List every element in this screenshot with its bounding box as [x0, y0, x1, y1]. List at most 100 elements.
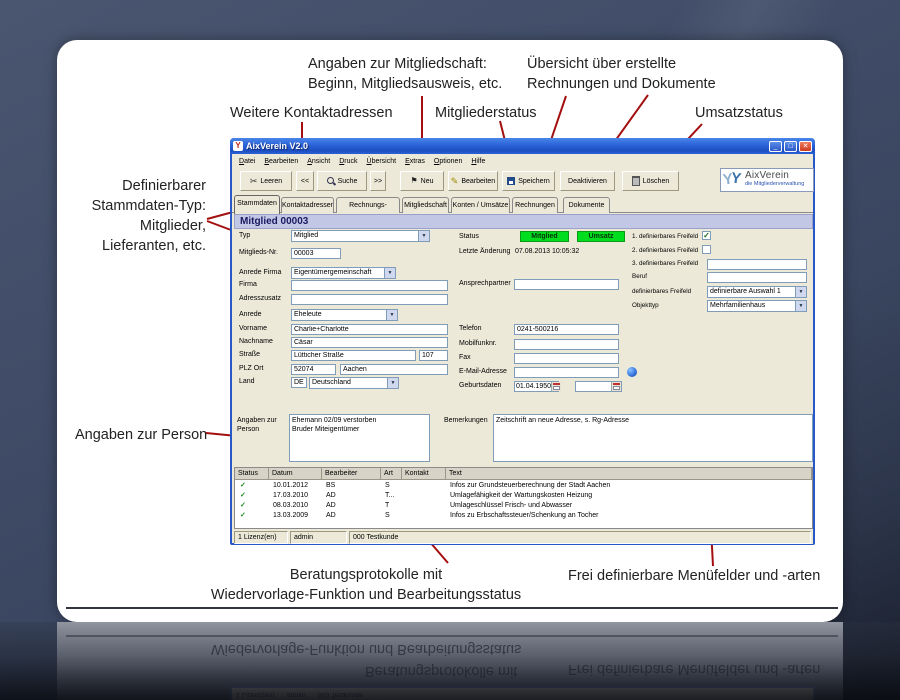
trash-icon	[631, 176, 640, 186]
vorname-input[interactable]	[291, 324, 448, 335]
protocol-table: Status Datum Bearbeiter Art Kontakt Text…	[234, 467, 813, 529]
calendar-icon[interactable]	[611, 382, 621, 391]
dropdown-value: Eheleute	[294, 311, 322, 318]
bearbeiten-button[interactable]: ✎ Bearbeiten	[448, 171, 498, 191]
table-row[interactable]: ✓ 17.03.2010 AD T... Umlagefähigkeit der…	[235, 491, 812, 501]
www-globe-icon[interactable]	[627, 367, 637, 377]
menu-bar: Datei Bearbeiten Ansicht Druck Übersicht…	[232, 154, 820, 168]
column-header-text[interactable]: Text	[446, 468, 812, 480]
freifeld2-checkbox[interactable]	[702, 245, 711, 254]
column-header-kontakt[interactable]: Kontakt	[402, 468, 446, 480]
chevron-down-icon[interactable]: ▼	[386, 310, 397, 320]
mobilfunk-input[interactable]	[514, 339, 619, 350]
chevron-down-icon[interactable]: ▼	[795, 301, 806, 311]
ansprechpartner-input[interactable]	[514, 279, 619, 290]
tab-konten-umsaetze[interactable]: Konten / Umsätze	[451, 197, 510, 213]
column-header-bearbeiter[interactable]: Bearbeiter	[322, 468, 381, 480]
fax-input[interactable]	[514, 353, 619, 364]
pencil-icon: ✎	[450, 175, 459, 186]
dropdown-value: Mehrfamilienhaus	[710, 302, 766, 309]
cell-text: Infos zur Grundsteuerberechnung der Stad…	[450, 482, 611, 489]
tab-dokumente[interactable]: Dokumente	[563, 197, 610, 213]
plz-input[interactable]	[291, 364, 336, 375]
status-check-icon: ✓	[240, 492, 246, 499]
speichern-button[interactable]: Speichern	[502, 171, 555, 191]
minimize-button[interactable]: _	[769, 140, 782, 152]
table-row[interactable]: ✓ 10.01.2012 BS S Infos zur Grundsteuerb…	[235, 481, 812, 491]
tab-stammdaten[interactable]: Stammdaten	[234, 195, 280, 214]
menu-optionen[interactable]: Optionen	[434, 158, 462, 165]
tab-rechnungen[interactable]: Rechnungen	[512, 197, 558, 213]
tab-kontaktadressen[interactable]: Kontaktadressen	[281, 197, 334, 213]
chevron-down-icon[interactable]: ▼	[795, 287, 806, 297]
next-record-button[interactable]: >>	[370, 171, 386, 191]
email-input[interactable]	[514, 367, 619, 378]
cell-datum: 10.01.2012	[273, 482, 309, 489]
cell-bearbeiter: AD	[326, 502, 336, 509]
chevron-down-icon[interactable]: ▼	[387, 378, 398, 388]
cell-text: Umlagefähigkeit der Wartungskosten Heizu…	[450, 492, 593, 499]
neu-button[interactable]: ⚑ Neu	[400, 171, 444, 191]
window-titlebar[interactable]: Y AixVerein V2.0 _ □ ✕	[230, 138, 815, 154]
land-dropdown[interactable]: Deutschland ▼	[309, 377, 399, 389]
suche-button[interactable]: Suche	[317, 171, 367, 191]
calendar-icon[interactable]	[551, 382, 562, 391]
freifeld1-checkbox[interactable]: ✓	[702, 231, 711, 240]
leeren-button[interactable]: ✂ Leeren	[240, 171, 292, 191]
column-header-art[interactable]: Art	[381, 468, 402, 480]
loeschen-button[interactable]: Löschen	[622, 171, 679, 191]
anrede-dropdown[interactable]: Eheleute ▼	[291, 309, 398, 321]
column-header-status[interactable]: Status	[235, 468, 269, 480]
annotation-line-text: Beginn, Mitgliedsausweis, etc.	[308, 76, 503, 92]
strasse-input[interactable]	[291, 350, 416, 361]
geburtsdatum-field[interactable]: 01.04.1950	[514, 381, 562, 392]
mitglieds-nr-input[interactable]	[291, 248, 341, 259]
tab-rechnungs-adresse[interactable]: Rechnungs-Adresse	[336, 197, 400, 213]
bemerkungen-textarea[interactable]: Zeitschrift an neue Adresse, s. Rg-Adres…	[493, 414, 813, 462]
angaben-person-textarea[interactable]: Ehemann 02/09 verstorben Bruder Miteigen…	[289, 414, 430, 462]
anrede-firma-dropdown[interactable]: Eigentümergemeinschaft ▼	[291, 267, 396, 279]
menu-druck[interactable]: Druck	[339, 158, 357, 165]
firma-input[interactable]	[291, 280, 448, 291]
typ-dropdown[interactable]: Mitglied ▼	[291, 230, 430, 242]
column-header-datum[interactable]: Datum	[269, 468, 322, 480]
app-window: Y AixVerein V2.0 _ □ ✕ Datei Bearbeiten …	[230, 138, 815, 545]
beruf-input[interactable]	[707, 272, 807, 283]
nachname-input[interactable]	[291, 337, 448, 348]
chevron-down-icon[interactable]: ▼	[384, 268, 395, 278]
statusbar-user: admin	[290, 531, 347, 544]
land-code-input[interactable]	[291, 377, 307, 388]
geburtsdaten-label: Geburtsdaten	[459, 382, 502, 389]
adresszusatz-input[interactable]	[291, 294, 448, 305]
menu-bearbeiten[interactable]: Bearbeiten	[264, 158, 298, 165]
reflection: Wiedervorlage-Funktion und Bearbeitungss…	[0, 622, 900, 700]
freifeld-auswahl-dropdown[interactable]: definierbare Auswahl 1 ▼	[707, 286, 807, 298]
menu-datei[interactable]: Datei	[239, 158, 255, 165]
deaktivieren-button[interactable]: Deaktivieren	[560, 171, 615, 191]
maximize-button[interactable]: □	[784, 140, 797, 152]
cell-art: S	[385, 482, 390, 489]
ort-input[interactable]	[340, 364, 448, 375]
button-label: Löschen	[642, 177, 670, 185]
menu-ansicht[interactable]: Ansicht	[307, 158, 330, 165]
menu-uebersicht[interactable]: Übersicht	[367, 158, 397, 165]
cell-datum: 08.03.2010	[273, 502, 309, 509]
annotation-beratung: Beratungsprotokolle mit Wiedervorlage-Fu…	[200, 565, 532, 605]
cell-art: T...	[385, 492, 395, 499]
geburtsdatum2-field[interactable]	[575, 381, 622, 392]
mobilfunk-label: Mobilfunknr.	[459, 340, 497, 347]
hausnummer-input[interactable]	[419, 350, 448, 361]
telefon-input[interactable]	[514, 324, 619, 335]
freifeld3-input[interactable]	[707, 259, 807, 270]
table-row[interactable]: ✓ 08.03.2010 AD T Umlageschlüssel Frisch…	[235, 501, 812, 511]
tab-mitgliedschaft[interactable]: Mitgliedschaft	[402, 197, 449, 213]
menu-extras[interactable]: Extras	[405, 158, 425, 165]
close-button[interactable]: ✕	[799, 140, 812, 152]
chevron-down-icon[interactable]: ▼	[418, 231, 429, 241]
table-row[interactable]: ✓ 13.03.2009 AD S Infos zu Erbschaftsste…	[235, 511, 812, 521]
record-header: Mitglied 00003	[234, 214, 813, 229]
previous-record-button[interactable]: <<	[296, 171, 314, 191]
menu-hilfe[interactable]: Hilfe	[471, 158, 485, 165]
objekttyp-dropdown[interactable]: Mehrfamilienhaus ▼	[707, 300, 807, 312]
dropdown-value: Deutschland	[312, 379, 351, 386]
